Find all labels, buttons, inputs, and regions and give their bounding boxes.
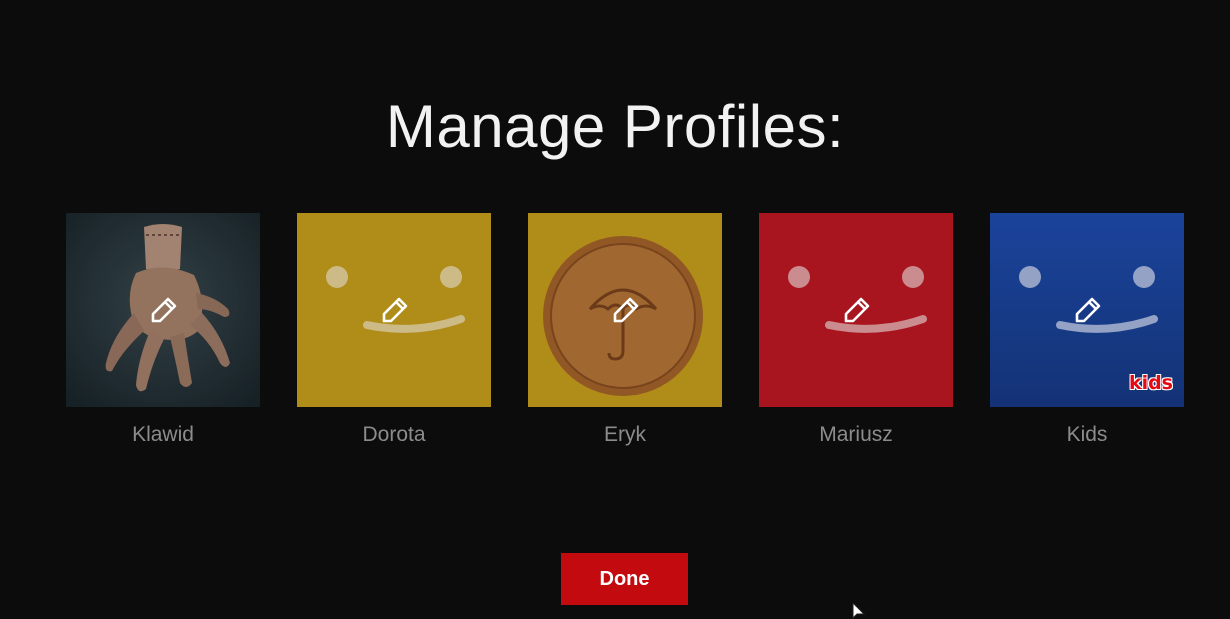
pencil-icon[interactable] <box>836 290 876 330</box>
profile-name: Eryk <box>604 423 646 446</box>
pencil-icon[interactable] <box>1067 290 1107 330</box>
pencil-icon[interactable] <box>605 290 645 330</box>
profiles-list: Klawid Dorota Eryk Mariusz kids Kids <box>66 213 1184 447</box>
profile-dorota[interactable]: Dorota <box>297 213 491 447</box>
profile-avatar[interactable]: kids <box>990 213 1184 407</box>
kids-badge: kids <box>1128 372 1173 394</box>
manage-profiles-screen: Manage Profiles: Klawid Dorota Eryk Mari… <box>0 0 1230 619</box>
profile-kids[interactable]: kids Kids <box>990 213 1184 447</box>
mouse-cursor-icon <box>852 603 866 619</box>
profile-name: Kids <box>1066 423 1108 446</box>
pencil-icon[interactable] <box>143 290 183 330</box>
profile-eryk[interactable]: Eryk <box>528 213 722 447</box>
pencil-icon[interactable] <box>374 290 414 330</box>
profile-mariusz[interactable]: Mariusz <box>759 213 953 447</box>
profile-klawid[interactable]: Klawid <box>66 213 260 447</box>
done-button[interactable]: Done <box>561 553 688 605</box>
profile-avatar[interactable] <box>66 213 260 407</box>
profile-avatar[interactable] <box>528 213 722 407</box>
profile-name: Mariusz <box>819 423 893 446</box>
profile-avatar[interactable] <box>297 213 491 407</box>
profile-name: Klawid <box>132 423 194 446</box>
profile-name: Dorota <box>362 423 426 446</box>
page-title: Manage Profiles: <box>385 93 845 160</box>
profile-avatar[interactable] <box>759 213 953 407</box>
